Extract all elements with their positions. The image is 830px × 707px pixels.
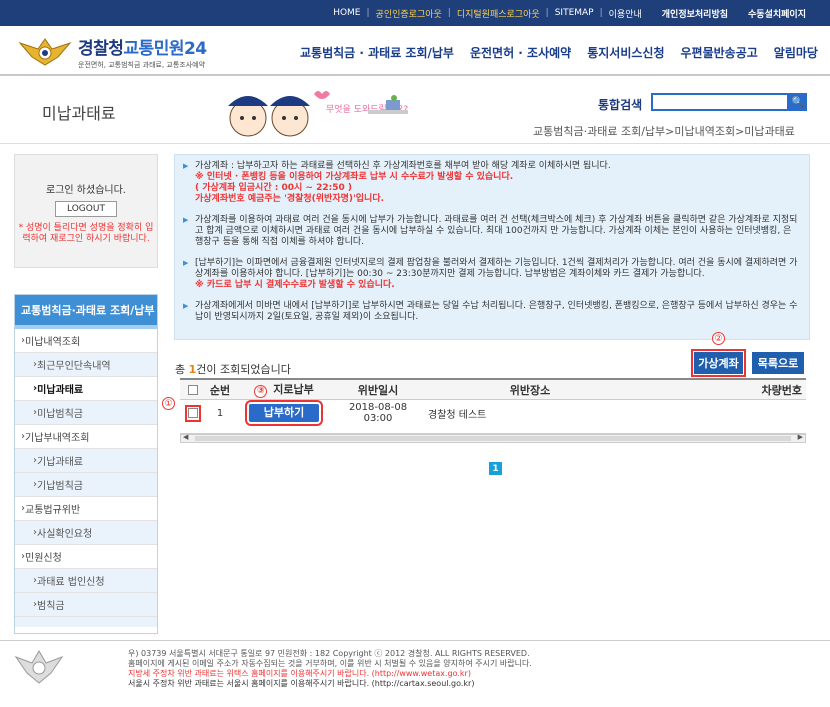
- logo-subtitle: 운전면허, 교통범칙금 과태료, 교통조사예약: [78, 61, 206, 69]
- logo-title: 경찰청교통민원24: [78, 39, 207, 59]
- notice-item: 가상계좌를 이용하여 과태료 여러 건을 동시에 납부가 가능합니다. 과태료를…: [183, 215, 799, 248]
- fines-table: 순번 ③ 지로납부 위반일시 위반장소 차량번호 1 납부하기 2018-08-0…: [180, 378, 806, 434]
- sidebar-item-paid-penalties[interactable]: › 기납범칙금: [15, 473, 157, 497]
- list-button[interactable]: 목록으로: [752, 352, 804, 374]
- topnav-sitemap[interactable]: SITEMAP: [549, 8, 600, 18]
- notice-item: [납부하기]는 이파면에서 금융결제원 인터넷지로의 결제 팝업창을 불러와서 …: [183, 258, 799, 291]
- annotation-3: ③: [254, 384, 268, 398]
- police-mascot-illustration: 무엇을 도와드릴까요?: [228, 91, 408, 137]
- main-nav: 교통범칙금 · 과태료 조회/납부 운전면허 · 조사예약 통지서비스신청 우편…: [300, 44, 818, 61]
- topnav-privacy[interactable]: 개인정보처리방침: [656, 7, 734, 20]
- site-logo[interactable]: 경찰청교통민원24 운전면허, 교통범칙금 과태료, 교통조사예약: [18, 34, 207, 70]
- annotation-2: ②: [712, 332, 725, 345]
- horizontal-scrollbar[interactable]: ◀ ▶: [180, 433, 806, 443]
- sidebar-item-unpaid[interactable]: › 미납내역조회: [15, 329, 157, 353]
- topnav-cert-logout[interactable]: 공인인증로그아웃: [370, 7, 448, 20]
- search-input[interactable]: [651, 93, 789, 111]
- sidebar-item-violations[interactable]: › 교통법규위반: [15, 497, 157, 521]
- scroll-left-icon[interactable]: ◀: [183, 433, 188, 441]
- row-checkbox-highlight: [185, 404, 201, 422]
- logout-button[interactable]: LOGOUT: [55, 201, 117, 217]
- row-checkbox[interactable]: [188, 407, 198, 418]
- sidebar-item-unpaid-fines[interactable]: › 미납과태료: [15, 377, 157, 401]
- police-emblem-icon: [14, 650, 64, 684]
- side-menu-title: 교통범칙금·과태료 조회/납부: [15, 295, 157, 329]
- gnb-item-license[interactable]: 운전면허 · 조사예약: [470, 44, 571, 61]
- gnb-item-notify[interactable]: 통지서비스신청: [587, 44, 664, 61]
- cell-date: 2018-08-08 03:00: [348, 402, 408, 424]
- login-box: 로그인 하셨습니다. LOGOUT * 성명이 틀리다면 성명을 정확히 입력하…: [14, 154, 158, 268]
- col-header-no: 순번: [209, 383, 231, 397]
- sidebar-item-recent-cameras[interactable]: › 최근무인단속내역: [15, 353, 157, 377]
- virtual-account-button[interactable]: 가상계좌: [691, 349, 746, 377]
- sidebar-item-unpaid-penalties[interactable]: › 미납범칙금: [15, 401, 157, 425]
- gnb-item-notices[interactable]: 알림마당: [774, 44, 818, 61]
- table-row: 1 납부하기 2018-08-08 03:00 경찰청 테스트: [180, 400, 806, 426]
- breadcrumb: 교통범칙금·과태료 조회/납부>미납내역조회>미납과태료: [533, 125, 795, 138]
- topnav-manual-install[interactable]: 수동설치페이지: [742, 7, 812, 20]
- sidebar-item-complaints[interactable]: › 민원신청: [15, 545, 157, 569]
- sidebar-item-paid-fines[interactable]: › 기납과태료: [15, 449, 157, 473]
- notice-item: 가상계좌 : 납부하고자 하는 과태료를 선택하신 후 가상계좌번호를 채부여 …: [183, 161, 799, 205]
- top-utility-bar: HOME | 공인인증로그아웃 | 디지털원패스로그아웃 | SITEMAP |…: [0, 0, 830, 26]
- scrollbar-thumb[interactable]: [195, 436, 791, 441]
- side-menu: 교통범칙금·과태료 조회/납부 › 미납내역조회 › 최근무인단속내역 › 미납…: [14, 294, 158, 634]
- topnav-onepass-logout[interactable]: 디지털원패스로그아웃: [451, 7, 546, 20]
- notice-item: 가상계좌에게서 미바면 내에서 [납부하기]로 납부하시면 과태료는 당일 수납…: [183, 301, 799, 323]
- pay-button[interactable]: 납부하기: [245, 400, 323, 426]
- cell-no: 1: [216, 407, 224, 419]
- col-header-place: 위반장소: [509, 383, 551, 397]
- col-header-date: 위반일시: [357, 383, 399, 397]
- col-header-pay: ③ 지로납부: [234, 381, 334, 398]
- sidebar-item-penalty[interactable]: › 범칙금: [15, 593, 157, 617]
- table-header: 순번 ③ 지로납부 위반일시 위반장소 차량번호: [180, 380, 806, 400]
- notice-box: 가상계좌 : 납부하고자 하는 과태료를 선택하신 후 가상계좌번호를 채부여 …: [174, 154, 810, 340]
- scroll-right-icon[interactable]: ▶: [798, 433, 803, 441]
- sidebar-item-paid[interactable]: › 기납부내역조회: [15, 425, 157, 449]
- gnb-item-fines[interactable]: 교통범칙금 · 과태료 조회/납부: [300, 44, 454, 61]
- login-message: 로그인 하셨습니다.: [46, 185, 126, 196]
- gnb-item-returned-mail[interactable]: 우편물반송공고: [681, 44, 758, 61]
- topnav-home[interactable]: HOME: [327, 8, 366, 18]
- pagination-current-page[interactable]: 1: [489, 462, 502, 475]
- search-label: 통합검색: [598, 98, 643, 112]
- cell-place: 경찰청 테스트: [428, 409, 487, 421]
- site-footer: 우) 03739 서울특별시 서대문구 통일로 97 민원전화 : 182 Co…: [0, 640, 830, 707]
- page-title: 미납과태료: [42, 104, 116, 123]
- annotation-1: ①: [162, 397, 175, 410]
- result-count: 총 1건이 조회되었습니다: [175, 363, 291, 376]
- search-button[interactable]: 🔍: [789, 93, 807, 111]
- sidebar-item-fact-check[interactable]: › 사실확인요청: [15, 521, 157, 545]
- select-all-checkbox[interactable]: [188, 385, 198, 395]
- topnav-guide[interactable]: 이용안내: [603, 7, 648, 20]
- police-emblem-icon: [18, 38, 72, 66]
- col-header-car: 차량번호: [761, 383, 802, 397]
- footer-text: 우) 03739 서울특별시 서대문구 통일로 97 민원전화 : 182 Co…: [128, 649, 532, 688]
- login-warning: * 성명이 틀리다면 성명을 정확히 입력하여 재로그인 하시기 바랍니다.: [18, 223, 154, 244]
- sidebar-item-corp-fines[interactable]: › 과태료 법인신청: [15, 569, 157, 593]
- search-icon: 🔍: [791, 96, 805, 108]
